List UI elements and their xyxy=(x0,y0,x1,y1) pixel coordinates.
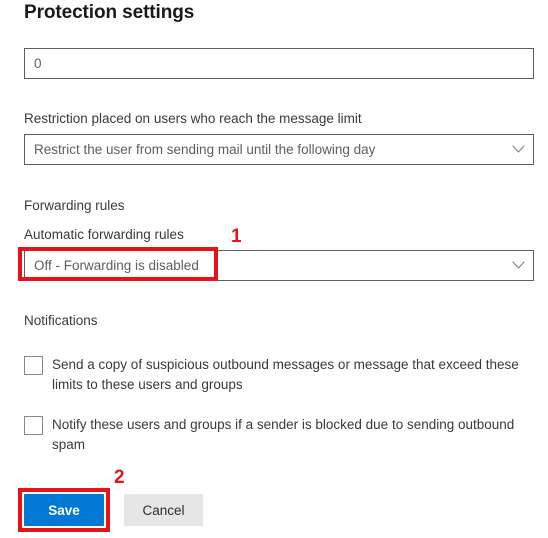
restriction-dropdown-value: Restrict the user from sending mail unti… xyxy=(34,142,376,157)
restriction-label: Restriction placed on users who reach th… xyxy=(24,111,362,126)
automatic-forwarding-rules-dropdown[interactable]: Off - Forwarding is disabled xyxy=(24,250,534,281)
cancel-button[interactable]: Cancel xyxy=(124,494,203,526)
save-button[interactable]: Save xyxy=(24,494,104,526)
notification-checkbox-row[interactable]: Send a copy of suspicious outbound messa… xyxy=(24,355,536,395)
notification-checkbox-label: Notify these users and groups if a sende… xyxy=(52,417,515,452)
automatic-forwarding-rules-label: Automatic forwarding rules xyxy=(24,227,184,242)
annotation-number-1: 1 xyxy=(231,226,242,247)
checkbox-icon[interactable] xyxy=(24,416,43,435)
notification-checkbox-row[interactable]: Notify these users and groups if a sende… xyxy=(24,415,536,455)
automatic-forwarding-rules-value: Off - Forwarding is disabled xyxy=(34,258,199,273)
restriction-dropdown[interactable]: Restrict the user from sending mail unti… xyxy=(24,134,534,165)
message-limit-input[interactable] xyxy=(24,48,534,79)
annotation-number-2: 2 xyxy=(114,467,125,488)
forwarding-rules-section-label: Forwarding rules xyxy=(24,198,125,213)
notification-checkbox-label: Send a copy of suspicious outbound messa… xyxy=(52,357,519,392)
protection-settings-panel: Protection settings Restriction placed o… xyxy=(0,0,548,538)
chevron-down-icon xyxy=(503,251,533,280)
page-title: Protection settings xyxy=(24,2,195,23)
notifications-section-label: Notifications xyxy=(24,313,98,328)
chevron-down-icon xyxy=(503,135,533,164)
checkbox-icon[interactable] xyxy=(24,356,43,375)
